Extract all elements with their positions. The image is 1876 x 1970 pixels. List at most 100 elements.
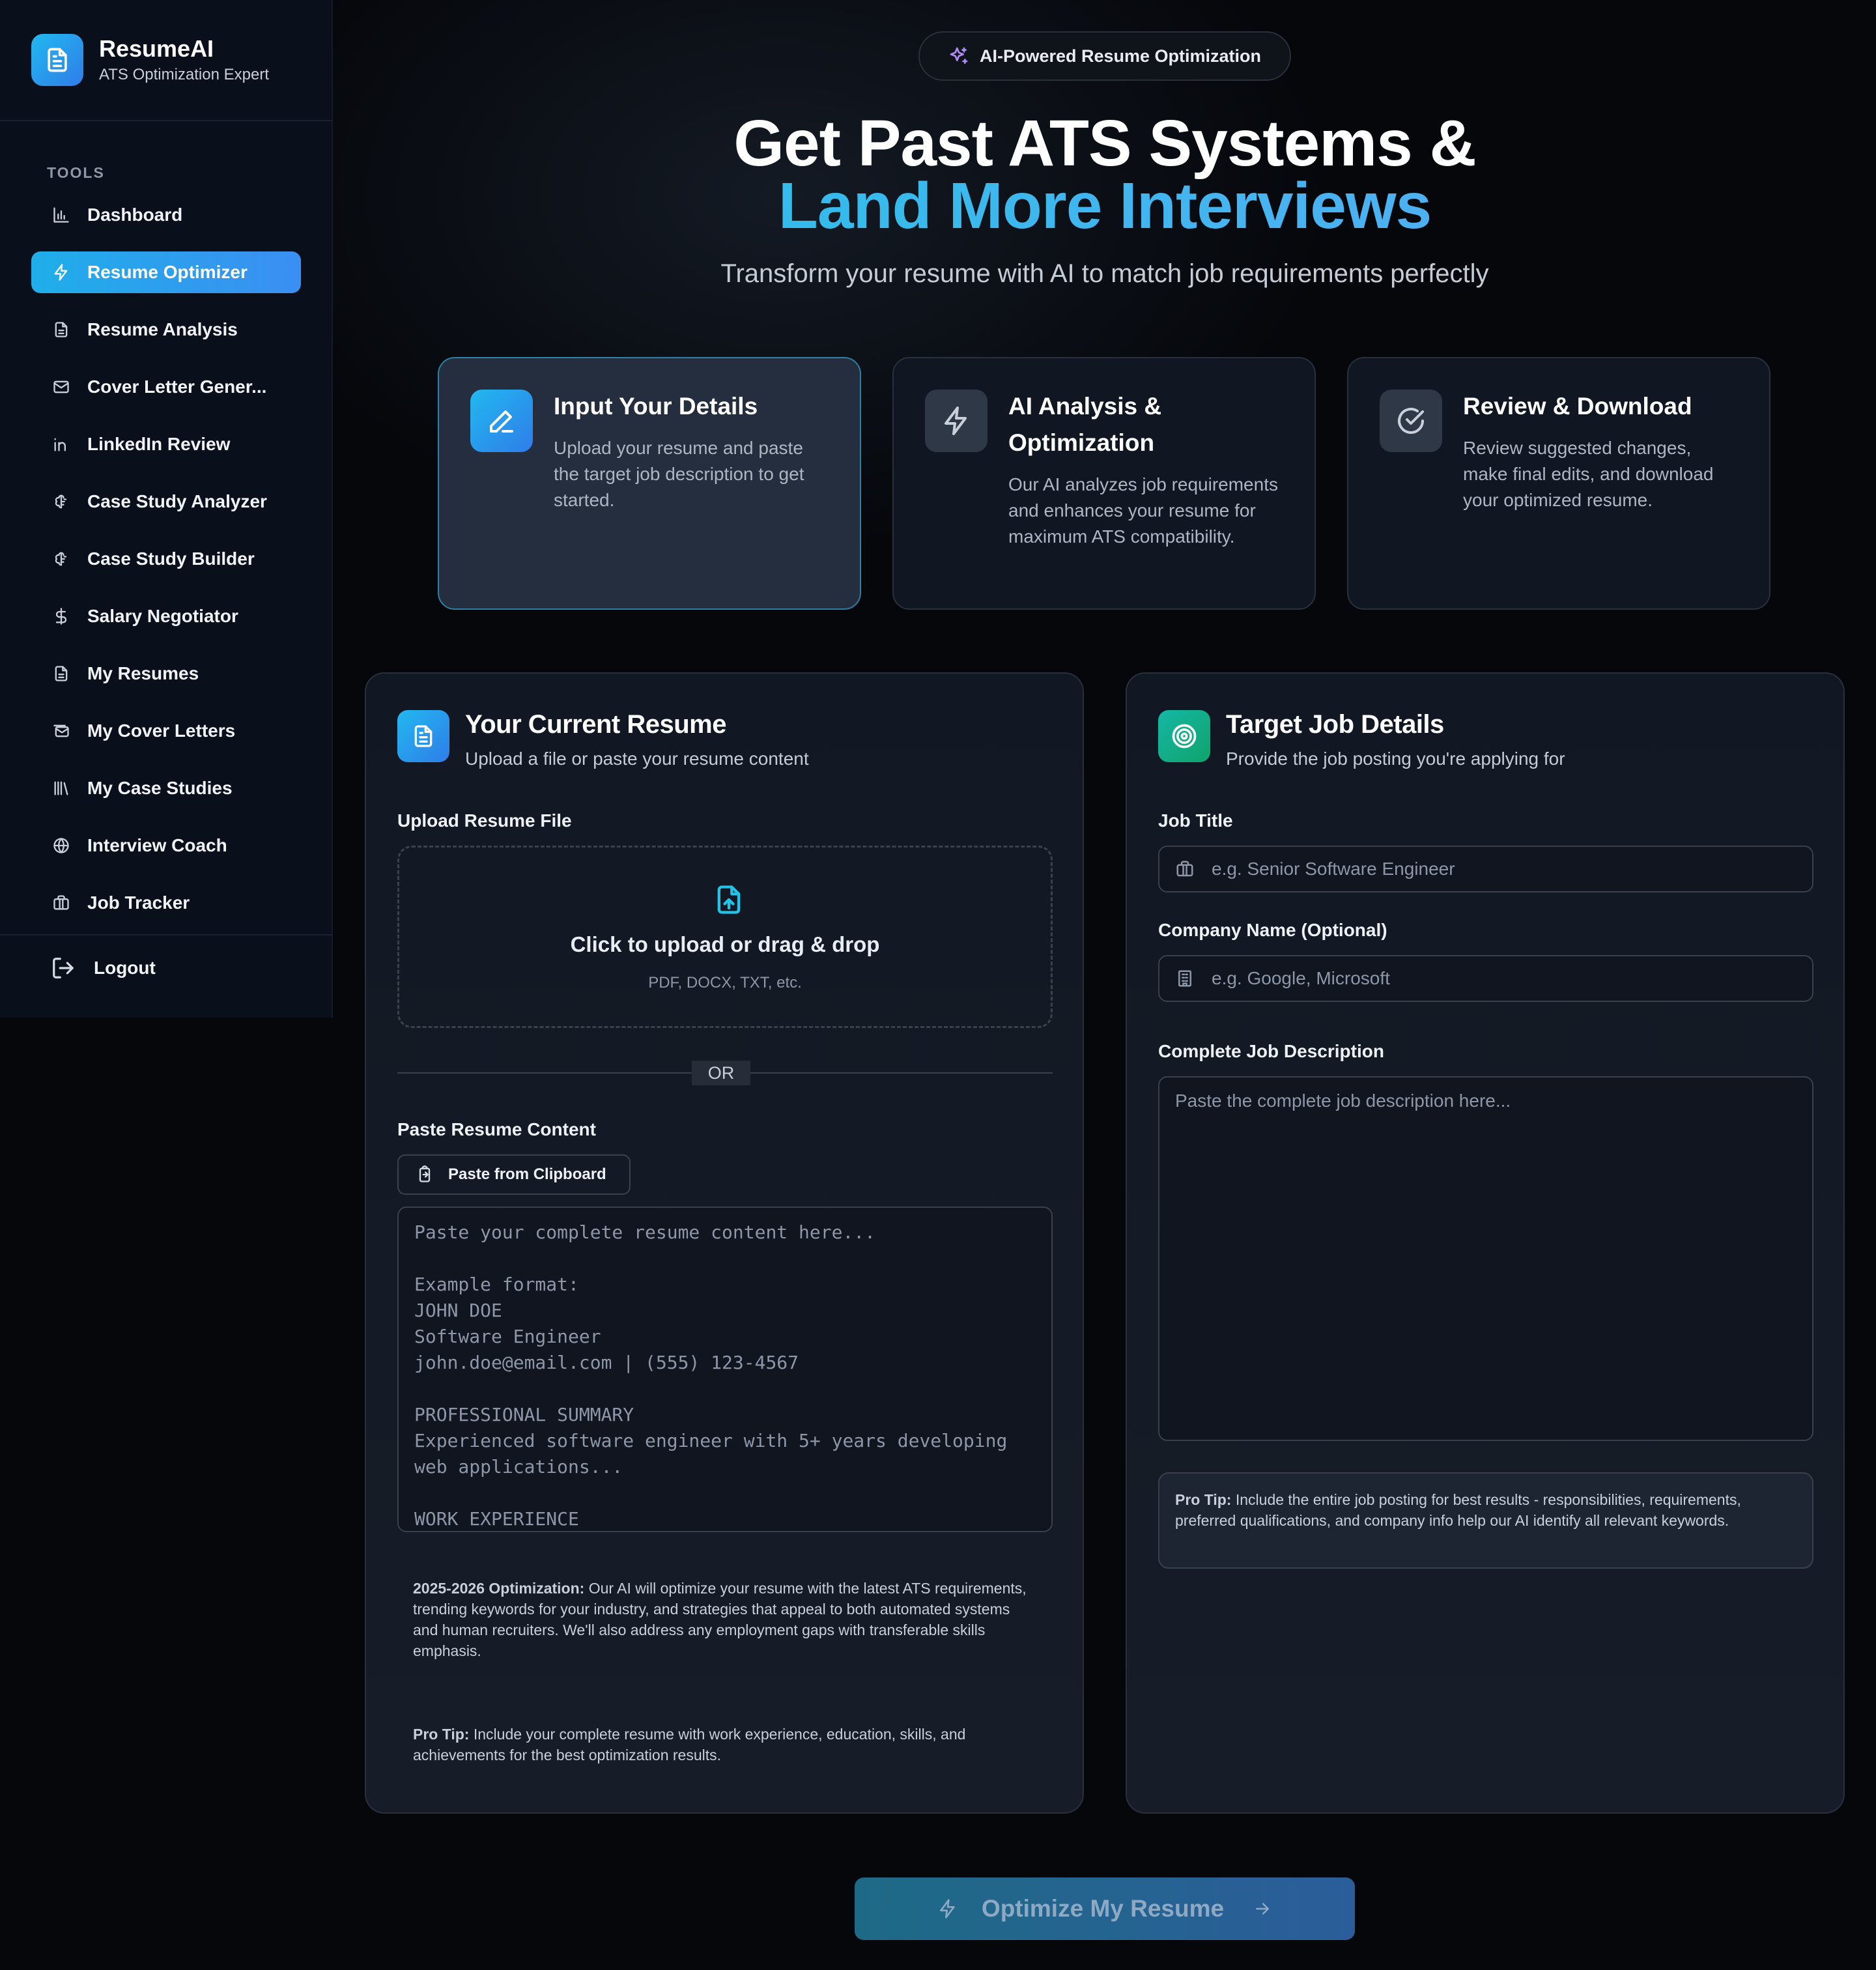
sidebar-item-label: Case Study Analyzer <box>87 491 267 511</box>
pro-tip-label: Pro Tip: <box>1175 1491 1232 1508</box>
hero-badge-text: AI-Powered Resume Optimization <box>979 46 1262 66</box>
sidebar-item-my-resumes[interactable]: My Resumes <box>31 653 301 694</box>
sidebar-item-label: Interview Coach <box>87 835 227 855</box>
optimization-note-label: 2025-2026 Optimization: <box>413 1580 585 1597</box>
logout-label: Logout <box>94 958 156 978</box>
resume-panel: Your Current Resume Upload a file or pas… <box>365 672 1084 1814</box>
step-card-review: Review & Download Review suggested chang… <box>1347 357 1770 610</box>
hero-title-line2: Land More Interviews <box>334 173 1876 238</box>
sidebar-item-label: Resume Analysis <box>87 319 238 339</box>
mail-icon <box>51 377 72 397</box>
job-pro-tip: Pro Tip: Include the entire job posting … <box>1158 1472 1813 1569</box>
step-card-input: Input Your Details Upload your resume an… <box>438 357 861 610</box>
job-panel: Target Job Details Provide the job posti… <box>1126 672 1845 1814</box>
library-icon <box>51 778 72 799</box>
company-label: Company Name (Optional) <box>1158 920 1387 940</box>
step-title: Review & Download <box>1463 393 1692 420</box>
building-icon <box>1175 969 1195 988</box>
dollar-icon <box>51 606 72 627</box>
pencil-icon <box>470 390 533 452</box>
hero-subtitle: Transform your resume with AI to match j… <box>720 259 1489 288</box>
step-title: Input Your Details <box>554 393 758 420</box>
document-icon <box>51 319 72 340</box>
or-label: OR <box>692 1061 750 1085</box>
document-icon <box>31 34 83 86</box>
briefcase-icon <box>51 892 72 913</box>
sidebar-item-my-cover-letters[interactable]: My Cover Letters <box>31 710 301 752</box>
description-label: Complete Job Description <box>1158 1041 1384 1061</box>
sidebar-nav: Dashboard Resume Optimizer Resume Analys… <box>31 194 301 939</box>
brand[interactable]: ResumeAI ATS Optimization Expert <box>31 34 269 86</box>
linkedin-icon <box>51 434 72 455</box>
briefcase-icon <box>1175 859 1195 879</box>
job-description-textarea[interactable]: Paste the complete job description here.… <box>1158 1076 1813 1441</box>
sidebar-item-resume-analysis[interactable]: Resume Analysis <box>31 309 301 350</box>
clipboard-icon <box>416 1165 434 1184</box>
bolt-icon <box>51 262 72 283</box>
sidebar-item-label: Case Study Builder <box>87 549 255 569</box>
sidebar-item-label: My Resumes <box>87 663 199 683</box>
sidebar-item-salary-negotiator[interactable]: Salary Negotiator <box>31 595 301 637</box>
sidebar-item-label: Salary Negotiator <box>87 606 238 626</box>
dropzone-subtitle: PDF, DOCX, TXT, etc. <box>648 974 802 992</box>
pro-tip-text: Include the entire job posting for best … <box>1175 1491 1741 1529</box>
step-card-analysis: AI Analysis & Optimization Our AI analyz… <box>892 357 1316 610</box>
company-name-input[interactable]: e.g. Google, Microsoft <box>1158 955 1813 1002</box>
resume-dropzone[interactable]: Click to upload or drag & drop PDF, DOCX… <box>397 846 1053 1028</box>
arrow-right-icon <box>1253 1899 1272 1919</box>
sidebar-item-my-case-studies[interactable]: My Case Studies <box>31 767 301 809</box>
resume-textarea[interactable]: Paste your complete resume content here.… <box>397 1206 1053 1532</box>
brain-icon <box>51 549 72 569</box>
check-circle-icon <box>1380 390 1442 452</box>
hero-title-line1: Get Past ATS Systems & <box>733 107 1477 180</box>
hero-badge: AI-Powered Resume Optimization <box>918 31 1291 81</box>
job-title-placeholder: e.g. Senior Software Engineer <box>1212 859 1455 879</box>
pro-tip-label: Pro Tip: <box>413 1726 470 1743</box>
paste-from-clipboard-button[interactable]: Paste from Clipboard <box>397 1154 631 1195</box>
sidebar-item-label: Dashboard <box>87 205 183 225</box>
divider <box>0 934 333 935</box>
target-icon <box>1158 710 1210 762</box>
tools-section-label: TOOLS <box>47 164 105 181</box>
sidebar-item-interview-coach[interactable]: Interview Coach <box>31 825 301 866</box>
file-upload-icon <box>712 880 746 922</box>
sidebar-item-linkedin-review[interactable]: LinkedIn Review <box>31 423 301 465</box>
panel-subtitle: Upload a file or paste your resume conte… <box>465 749 809 769</box>
brand-title: ResumeAI <box>99 35 214 62</box>
step-description: Our AI analyzes job requirements and enh… <box>1008 474 1278 547</box>
sidebar-item-label: Job Tracker <box>87 892 190 913</box>
sidebar-item-label: My Cover Letters <box>87 721 236 741</box>
panel-title: Your Current Resume <box>465 710 726 739</box>
sidebar-item-label: Resume Optimizer <box>87 262 248 282</box>
sidebar-item-job-tracker[interactable]: Job Tracker <box>31 882 301 924</box>
resume-pro-tip: Pro Tip: Include your complete resume wi… <box>413 1724 1038 1765</box>
logout-icon <box>51 955 77 981</box>
pro-tip-text: Include your complete resume with work e… <box>413 1726 966 1763</box>
step-description: Upload your resume and paste the target … <box>554 438 804 510</box>
company-placeholder: e.g. Google, Microsoft <box>1212 968 1390 988</box>
sidebar-item-dashboard[interactable]: Dashboard <box>31 194 301 236</box>
panel-title: Target Job Details <box>1226 710 1444 739</box>
sidebar-item-case-study-builder[interactable]: Case Study Builder <box>31 538 301 580</box>
paste-label: Paste Resume Content <box>397 1119 596 1139</box>
logout-button[interactable]: Logout <box>51 955 156 981</box>
job-description-placeholder: Paste the complete job description here.… <box>1175 1091 1511 1111</box>
bar-chart-icon <box>51 205 72 225</box>
job-title-input[interactable]: e.g. Senior Software Engineer <box>1158 846 1813 892</box>
document-icon <box>397 710 449 762</box>
divider <box>0 120 333 121</box>
clipboard-button-label: Paste from Clipboard <box>448 1165 606 1183</box>
sidebar-item-case-study-analyzer[interactable]: Case Study Analyzer <box>31 481 301 522</box>
sidebar-item-cover-letter[interactable]: Cover Letter Gener... <box>31 366 301 408</box>
optimize-resume-button[interactable]: Optimize My Resume <box>855 1877 1355 1940</box>
dropzone-title: Click to upload or drag & drop <box>570 932 880 956</box>
job-title-label: Job Title <box>1158 810 1233 831</box>
mail-stack-icon <box>51 721 72 741</box>
upload-label: Upload Resume File <box>397 810 572 831</box>
sparkles-icon <box>948 46 969 66</box>
step-title: AI Analysis & Optimization <box>1008 393 1162 456</box>
brand-subtitle: ATS Optimization Expert <box>99 66 269 83</box>
resume-textarea-placeholder: Paste your complete resume content here.… <box>414 1221 1008 1530</box>
sidebar-item-label: My Case Studies <box>87 778 233 798</box>
sidebar-item-resume-optimizer[interactable]: Resume Optimizer <box>31 251 301 293</box>
